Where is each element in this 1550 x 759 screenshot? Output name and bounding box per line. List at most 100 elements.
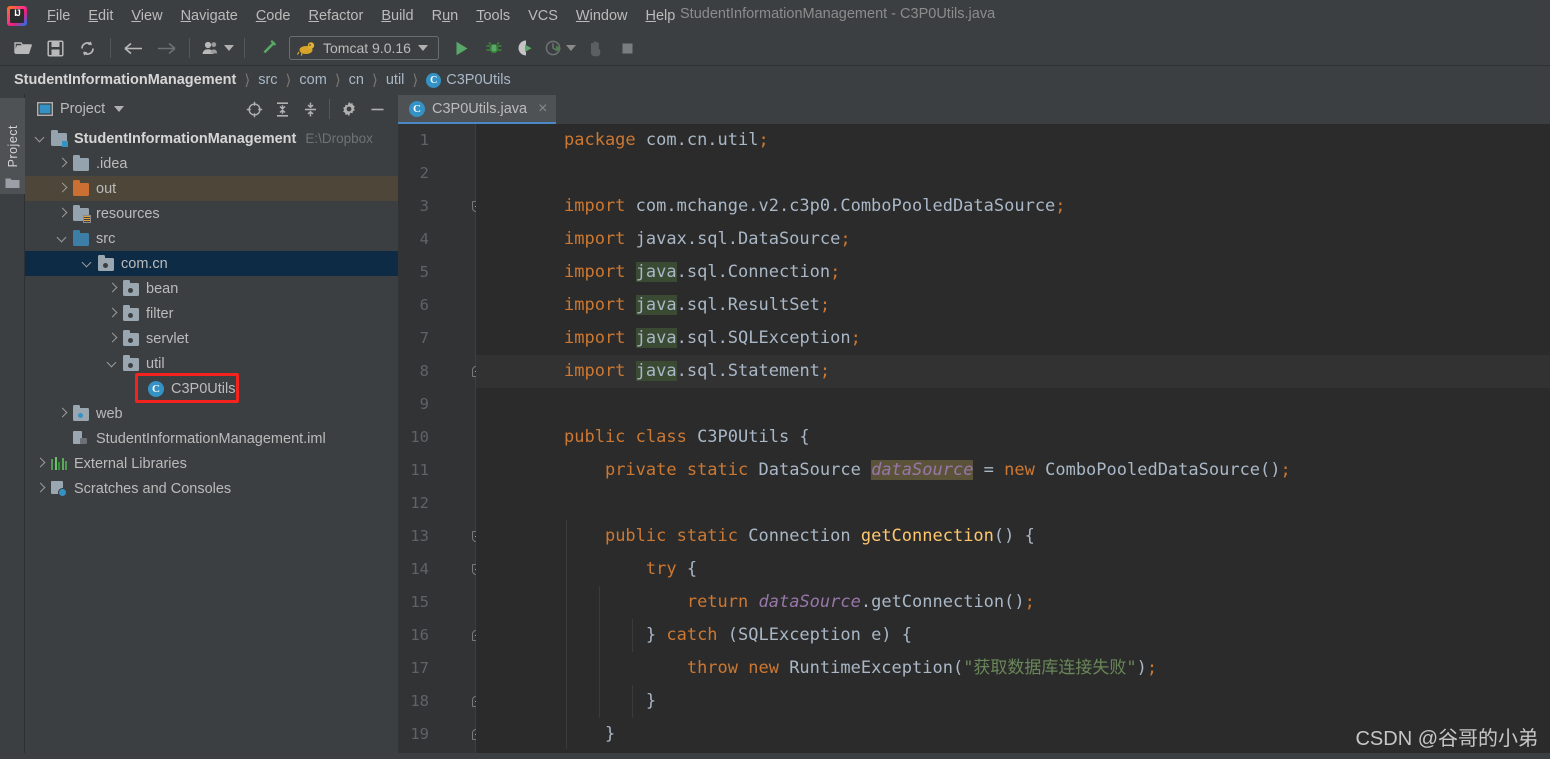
package-icon [123, 354, 140, 372]
tree-item-filter[interactable]: filter [25, 301, 398, 326]
debug-bug-icon [486, 41, 502, 53]
chevron-right-icon[interactable] [107, 283, 118, 294]
window-title: StudentInformationManagement - C3P0Utils… [680, 6, 996, 22]
folder-resources-icon [73, 204, 91, 223]
tree-item-bean[interactable]: bean [25, 276, 398, 301]
navigate-forward-button[interactable] [151, 34, 181, 62]
menu-help[interactable]: Help [636, 5, 684, 27]
toolbar-separator-3 [244, 38, 245, 58]
menu-tools[interactable]: Tools [467, 5, 519, 27]
tree-item-servlet[interactable]: servlet [25, 326, 398, 351]
build-project-button[interactable] [253, 34, 283, 62]
stop-square-icon [622, 43, 633, 53]
tree-item-out[interactable]: out [25, 176, 398, 201]
tree-item-StudentInformationManagement[interactable]: StudentInformationManagement E:\Dropbox [25, 126, 398, 151]
code-line-6: import java.sql.ResultSet; [564, 295, 831, 315]
tree-item-iml-file[interactable]: StudentInformationManagement.iml [25, 426, 398, 451]
profiler-icon [546, 40, 562, 56]
chevron-down-icon[interactable] [114, 106, 125, 112]
editor-gutter[interactable]: 1 2 3 4 5 6 7 8 9 10 11 12 13 14 15 16 1 [398, 124, 483, 753]
breadcrumb-item-class[interactable]: C3P0Utils [446, 72, 510, 88]
collapse-all-icon[interactable] [297, 97, 323, 121]
menu-file[interactable]: File [38, 5, 79, 27]
tree-item-label: C3P0Utils [171, 380, 236, 397]
save-all-button[interactable] [40, 34, 70, 62]
toolbar-separator-2 [189, 38, 190, 58]
arrow-right-icon [158, 42, 176, 54]
run-configuration-selector[interactable]: Tomcat 9.0.16 [289, 36, 439, 60]
close-icon[interactable]: × [538, 100, 547, 117]
profiler-button[interactable] [543, 34, 579, 62]
breadcrumb-item-src[interactable]: src [258, 72, 277, 88]
hammer-icon [263, 40, 277, 54]
chevron-right-icon[interactable] [107, 308, 118, 319]
chevron-down-icon[interactable] [107, 358, 118, 369]
chevron-right-icon[interactable] [35, 458, 46, 469]
chevron-down-icon[interactable] [82, 258, 93, 269]
menu-edit[interactable]: Edit [79, 5, 122, 27]
chevron-right-icon[interactable] [57, 408, 68, 419]
package-web-icon [73, 404, 90, 422]
chevron-down-icon[interactable] [35, 133, 46, 144]
tree-item-label: filter [146, 305, 174, 322]
tree-item-label: StudentInformationManagement.iml [96, 430, 326, 447]
chevron-right-icon[interactable] [57, 158, 68, 169]
open-project-button[interactable] [8, 34, 38, 62]
editor-tab-C3P0Utils[interactable]: C C3P0Utils.java × [398, 95, 557, 124]
breadcrumb-item-util[interactable]: util [386, 72, 405, 88]
expand-all-icon[interactable] [269, 97, 295, 121]
menu-view[interactable]: View [122, 5, 171, 27]
project-tree[interactable]: StudentInformationManagement E:\Dropbox … [25, 124, 398, 753]
chevron-right-icon[interactable] [57, 208, 68, 219]
run-with-coverage-button[interactable] [511, 34, 541, 62]
tree-item-src[interactable]: src [25, 226, 398, 251]
menu-vcs[interactable]: VCS [519, 5, 567, 27]
tool-window-label: Project [5, 124, 20, 168]
menu-run[interactable]: Run [423, 5, 468, 27]
tree-item-scratches-and-consoles[interactable]: Scratches and Consoles [25, 476, 398, 501]
menu-navigate[interactable]: Navigate [172, 5, 247, 27]
menu-window[interactable]: Window [567, 5, 637, 27]
synchronize-button[interactable] [72, 34, 102, 62]
navigate-back-button[interactable] [119, 34, 149, 62]
profile-button[interactable] [198, 34, 236, 62]
chevron-right-icon[interactable] [57, 183, 68, 194]
code-line-10: public class C3P0Utils { [564, 427, 810, 447]
stop-button[interactable] [613, 34, 643, 62]
tree-item-C3P0Utils[interactable]: C C3P0Utils [25, 376, 398, 401]
menu-code[interactable]: Code [247, 5, 300, 27]
gear-icon[interactable] [336, 97, 362, 121]
chevron-down-icon[interactable] [57, 233, 68, 244]
line-number: 8 [419, 362, 429, 380]
tree-item-idea[interactable]: .idea [25, 151, 398, 176]
tree-item-web[interactable]: web [25, 401, 398, 426]
breadcrumb-item-project[interactable]: StudentInformationManagement [14, 72, 236, 88]
package-icon [123, 329, 140, 347]
chevron-right-icon[interactable] [107, 333, 118, 344]
tree-item-external-libraries[interactable]: External Libraries [25, 451, 398, 476]
line-number: 13 [410, 527, 429, 545]
tree-item-util[interactable]: util [25, 351, 398, 376]
code-editor[interactable]: 1 2 3 4 5 6 7 8 9 10 11 12 13 14 15 16 1 [398, 124, 1550, 753]
code-text-area[interactable]: package com.cn.util; import com.mchange.… [476, 124, 1550, 753]
line-number: 18 [410, 692, 429, 710]
menu-refactor[interactable]: Refactor [300, 5, 373, 27]
locate-icon[interactable] [241, 97, 267, 121]
update-application-button[interactable] [581, 34, 611, 62]
hide-icon[interactable] [364, 97, 390, 121]
breadcrumb-item-cn[interactable]: cn [349, 72, 364, 88]
breadcrumb-item-com[interactable]: com [299, 72, 326, 88]
breadcrumb-separator: ⟩ [412, 72, 419, 89]
chevron-right-icon[interactable] [35, 483, 46, 494]
debug-button[interactable] [479, 34, 509, 62]
tree-item-resources[interactable]: resources [25, 201, 398, 226]
module-folder-icon [51, 129, 68, 147]
line-number: 3 [419, 197, 429, 215]
tree-item-com-cn[interactable]: com.cn [25, 251, 398, 276]
tree-item-label: .idea [96, 155, 128, 172]
menu-build[interactable]: Build [372, 5, 422, 27]
iml-file-icon [73, 430, 90, 447]
run-button[interactable] [447, 34, 477, 62]
scratches-icon [51, 480, 68, 497]
code-line-19: } [564, 724, 616, 744]
